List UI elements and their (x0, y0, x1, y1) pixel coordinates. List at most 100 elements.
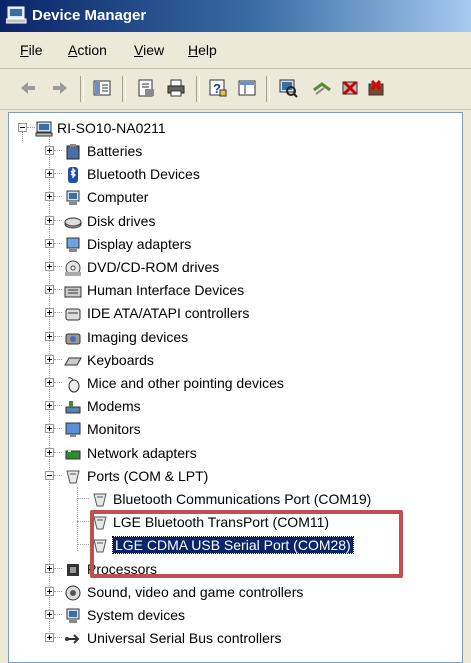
tree-item-label: Imaging devices (87, 328, 189, 345)
expand-toggle[interactable] (45, 563, 54, 573)
tree-item-category[interactable]: Network adapters (9, 443, 464, 465)
forward-icon[interactable] (50, 78, 70, 98)
tree-item-category[interactable]: Monitors (9, 419, 464, 441)
expand-toggle[interactable] (45, 308, 54, 318)
expand-toggle[interactable] (45, 169, 54, 179)
tree-item-category[interactable]: System devices (9, 605, 464, 627)
tree-connector (54, 266, 62, 268)
tree-item-label: Universal Serial Bus controllers (87, 630, 282, 647)
tree-root-label: RI-SO10-NA0211 (57, 120, 166, 136)
battery-icon (66, 144, 80, 160)
tree-item-label: System devices (87, 607, 186, 623)
uninstall-device-icon[interactable] (366, 78, 386, 98)
scan-hardware-icon[interactable] (278, 78, 298, 98)
tree-connector (54, 637, 62, 639)
tree-item-category[interactable]: Disk drives (9, 211, 464, 233)
device-manager-window: Device Manager File Action View Help ? R… (0, 0, 471, 663)
tree-item-category[interactable]: Modems (9, 396, 464, 418)
properties-icon[interactable] (136, 78, 156, 98)
tree-connector (54, 474, 62, 477)
tree-item-category[interactable]: Keyboards (9, 350, 464, 372)
expand-toggle[interactable] (45, 331, 54, 341)
collapse-toggle[interactable] (18, 123, 27, 132)
tree-root[interactable]: RI-SO10-NA0211 (9, 118, 464, 140)
toolbar: ? (0, 69, 471, 110)
tree-connector (77, 498, 89, 500)
menu-file[interactable]: File (20, 42, 43, 58)
toolbar-separator (122, 76, 126, 102)
expand-toggle[interactable] (45, 378, 54, 387)
tree-item-category[interactable]: Universal Serial Bus controllers (9, 628, 464, 650)
device-tree[interactable]: RI-SO10-NA0211 Batteries Bluetooth Device… (8, 112, 463, 663)
disable-device-icon[interactable] (340, 78, 360, 98)
expand-toggle[interactable] (45, 401, 54, 411)
tree-connector (77, 521, 89, 523)
system-devices-icon (66, 608, 80, 623)
help-icon[interactable]: ? (208, 78, 228, 98)
tree-connector (54, 428, 62, 430)
highlight-annotation (90, 510, 403, 578)
expand-toggle[interactable] (45, 238, 54, 248)
toolbar-separator (266, 76, 270, 102)
camera-icon (65, 333, 81, 345)
expand-toggle[interactable] (45, 633, 54, 643)
tree-connector (54, 567, 62, 570)
expand-toggle[interactable] (45, 586, 54, 596)
port-icon (66, 470, 80, 484)
expand-toggle[interactable] (45, 215, 54, 225)
collapse-toggle[interactable] (45, 470, 54, 480)
tree-item-category[interactable]: Batteries (9, 141, 464, 163)
expand-toggle[interactable] (45, 192, 54, 202)
expand-toggle[interactable] (45, 424, 54, 434)
tree-item-category[interactable]: DVD/CD-ROM drives (9, 257, 464, 279)
tree-connector (54, 242, 62, 245)
title-bar[interactable]: Device Manager (0, 0, 471, 32)
tree-item-label: DVD/CD-ROM drives (87, 259, 220, 275)
menu-action[interactable]: Action (68, 42, 107, 58)
expand-toggle[interactable] (45, 285, 54, 295)
usb-icon (65, 634, 80, 644)
keyboard-icon (64, 357, 82, 366)
show-hide-tree-icon[interactable] (92, 78, 112, 98)
tree-connector (54, 614, 62, 616)
tree-connector (27, 127, 35, 129)
menu-help[interactable]: Help (188, 42, 217, 58)
tree-connector (54, 590, 62, 593)
tree-connector (77, 544, 89, 546)
sound-icon (65, 585, 81, 601)
tree-item-label: IDE ATA/ATAPI controllers (87, 305, 250, 322)
tree-item-label: Modems (87, 398, 141, 415)
dvd-drive-icon (65, 260, 81, 276)
device-manager-app-icon (6, 6, 27, 24)
expand-toggle[interactable] (45, 447, 54, 457)
tree-item-label: Display adapters (87, 235, 192, 252)
tree-item-category[interactable]: Human Interface Devices (9, 280, 464, 302)
expand-toggle[interactable] (45, 262, 54, 271)
tree-item-category[interactable]: IDE ATA/ATAPI controllers (9, 303, 464, 325)
disk-drive-icon (64, 217, 82, 229)
monitor-icon (65, 422, 81, 438)
tree-item-category[interactable]: Mice and other pointing devices (9, 373, 464, 395)
tree-item-category[interactable]: Bluetooth Devices (9, 164, 464, 186)
expand-toggle[interactable] (45, 354, 54, 364)
tree-item-category[interactable]: Computer (9, 187, 464, 209)
tree-item-category[interactable]: Imaging devices (9, 327, 464, 349)
tree-item-device[interactable]: Bluetooth Communications Port (COM19) (9, 489, 464, 511)
window-title: Device Manager (32, 7, 147, 24)
hid-icon (64, 286, 82, 298)
tree-item-category[interactable]: Display adapters (9, 234, 464, 256)
display-adapter-icon (66, 237, 80, 252)
back-icon[interactable] (18, 78, 38, 98)
menu-view[interactable]: View (134, 42, 164, 58)
update-driver-icon[interactable] (312, 78, 332, 98)
details-view-icon[interactable] (237, 78, 257, 98)
computer-icon (66, 190, 80, 206)
tree-connector (54, 219, 62, 222)
tree-item-category[interactable]: Sound, video and game controllers (9, 582, 464, 604)
print-icon[interactable] (166, 78, 186, 98)
expand-toggle[interactable] (45, 146, 54, 155)
tree-item-category[interactable]: Ports (COM & LPT) (9, 466, 464, 488)
expand-toggle[interactable] (45, 610, 54, 619)
toolbar-separator (196, 76, 200, 102)
tree-item-label: Ports (COM & LPT) (87, 467, 209, 484)
